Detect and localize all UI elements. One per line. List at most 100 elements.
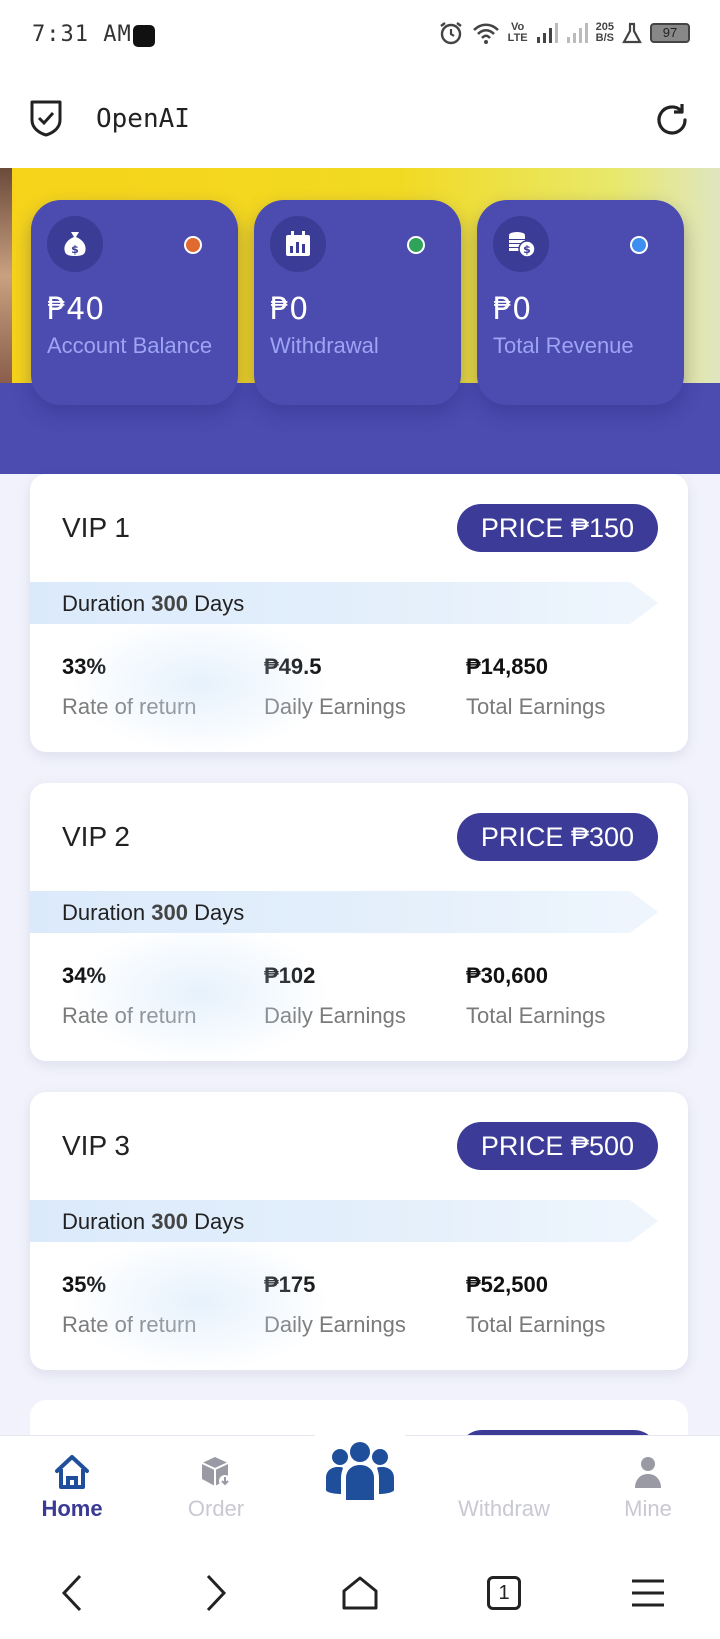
daily-value: ₱175 [264,1272,316,1297]
daily-label: Daily Earnings [264,1003,406,1028]
price-button[interactable]: PRICE ₱500 [456,1122,658,1170]
team-icon [326,1442,394,1500]
daily-value: ₱49.5 [264,654,322,679]
nav-item-mine[interactable]: Mine [588,1452,708,1522]
stat-label: Total Revenue [493,333,634,358]
daily-label: Daily Earnings [264,694,406,719]
duration-suffix: Days [194,591,245,616]
total-value: ₱14,850 [466,654,548,679]
total-label: Total Earnings [466,1003,606,1028]
menu-button[interactable] [624,1571,672,1615]
package-icon [201,1457,231,1487]
wifi-icon [472,23,499,44]
duration-days: 300 [151,900,188,925]
nav-item-team[interactable] [322,1438,398,1508]
duration-days: 300 [151,1209,188,1234]
rate-label: Rate of return [62,694,197,719]
stat-card-withdrawal[interactable]: ₱0 Withdrawal [254,200,461,405]
menu-icon [632,1579,664,1607]
duration-prefix: Duration [62,591,146,616]
vip-title: VIP 2 [62,821,130,852]
nav-label: Home [41,1496,103,1521]
metric-rate: 34% Rate of return [62,963,197,1029]
metric-daily: ₱49.5 Daily Earnings [264,654,406,720]
duration-bar: Duration 300 Days [30,582,658,624]
duration-text: Duration 300 Days [62,591,244,617]
rate-label: Rate of return [62,1312,197,1337]
speed-indicator: 205 B/S [596,22,614,44]
alarm-icon [439,22,462,45]
tabs-button[interactable]: 1 [480,1571,528,1615]
nav-item-order[interactable]: Order [156,1452,276,1522]
metric-total: ₱52,500 Total Earnings [466,1272,605,1338]
tabs-icon: 1 [487,1576,521,1610]
metric-rate: 35% Rate of return [62,1272,197,1338]
banner-image [0,168,12,383]
duration-text: Duration 300 Days [62,1209,244,1235]
forward-button[interactable] [192,1571,240,1615]
tab-count: 1 [498,1582,510,1604]
rate-value: 35% [62,1272,107,1297]
lab-icon [622,22,642,44]
metric-rate: 33% Rate of return [62,654,197,720]
stat-label: Withdrawal [270,333,379,358]
volte-bottom-text: LTE [507,32,528,44]
metric-daily: ₱175 Daily Earnings [264,1272,406,1338]
back-icon [61,1574,82,1612]
system-navigation: 1 [0,1545,720,1639]
notification-icon [133,25,155,47]
vip-card-1[interactable]: VIP 1 PRICE ₱150 Duration 300 Days 33% Ra… [30,474,688,752]
app-title: OpenAI [96,104,190,134]
shield-check-icon [30,100,62,137]
back-button[interactable] [48,1571,96,1615]
duration-prefix: Duration [62,900,146,925]
metric-total: ₱30,600 Total Earnings [466,963,605,1029]
stat-value: ₱40 [47,292,105,327]
total-label: Total Earnings [466,1312,606,1337]
home-icon [55,1455,89,1489]
nav-label: Mine [624,1496,672,1521]
status-dot [184,236,202,254]
vip-title: VIP 1 [62,512,130,543]
duration-prefix: Duration [62,1209,146,1234]
app-header: OpenAI [0,72,720,168]
nav-label: Order [187,1496,245,1521]
duration-bar: Duration 300 Days [30,1200,658,1242]
vip-title: VIP 3 [62,1130,130,1161]
nav-item-home[interactable]: Home [12,1452,132,1522]
vip-card-2[interactable]: VIP 2 PRICE ₱300 Duration 300 Days 34% Ra… [30,783,688,1061]
battery-level: 97 [662,25,678,40]
svg-text:$: $ [71,243,79,256]
volte-indicator: Vo LTE [508,22,528,44]
duration-suffix: Days [194,900,245,925]
price-button[interactable]: PRICE ₱150 [456,504,658,552]
daily-value: ₱102 [264,963,316,988]
duration-days: 300 [151,591,188,616]
nav-item-withdraw[interactable]: Withdraw [444,1452,564,1522]
battery-icon: 97 [650,23,690,43]
status-dot [630,236,648,254]
stat-card-account-balance[interactable]: $ ₱40 Account Balance [31,200,238,405]
home-outline-icon [342,1576,378,1610]
duration-suffix: Days [194,1209,245,1234]
stat-card-total-revenue[interactable]: $ ₱0 Total Revenue [477,200,684,405]
rate-value: 33% [62,654,107,679]
price-button[interactable]: PRICE ₱300 [456,813,658,861]
total-value: ₱30,600 [466,963,548,988]
status-time: 7:31 AM [32,22,132,47]
metric-total: ₱14,850 Total Earnings [466,654,605,720]
refresh-icon[interactable] [652,100,692,140]
duration-text: Duration 300 Days [62,900,244,926]
nav-label: Withdraw [458,1496,550,1521]
forward-icon [206,1574,227,1612]
home-button[interactable] [336,1571,384,1615]
stat-value: ₱0 [270,292,309,327]
calendar-chart-icon [270,216,326,272]
vip-card-3[interactable]: VIP 3 PRICE ₱500 Duration 300 Days 35% Ra… [30,1092,688,1370]
daily-label: Daily Earnings [264,1312,406,1337]
stat-label: Account Balance [47,333,213,358]
rate-label: Rate of return [62,1003,197,1028]
coins-icon: $ [493,216,549,272]
rate-value: 34% [62,963,107,988]
speed-unit: B/S [595,32,614,44]
